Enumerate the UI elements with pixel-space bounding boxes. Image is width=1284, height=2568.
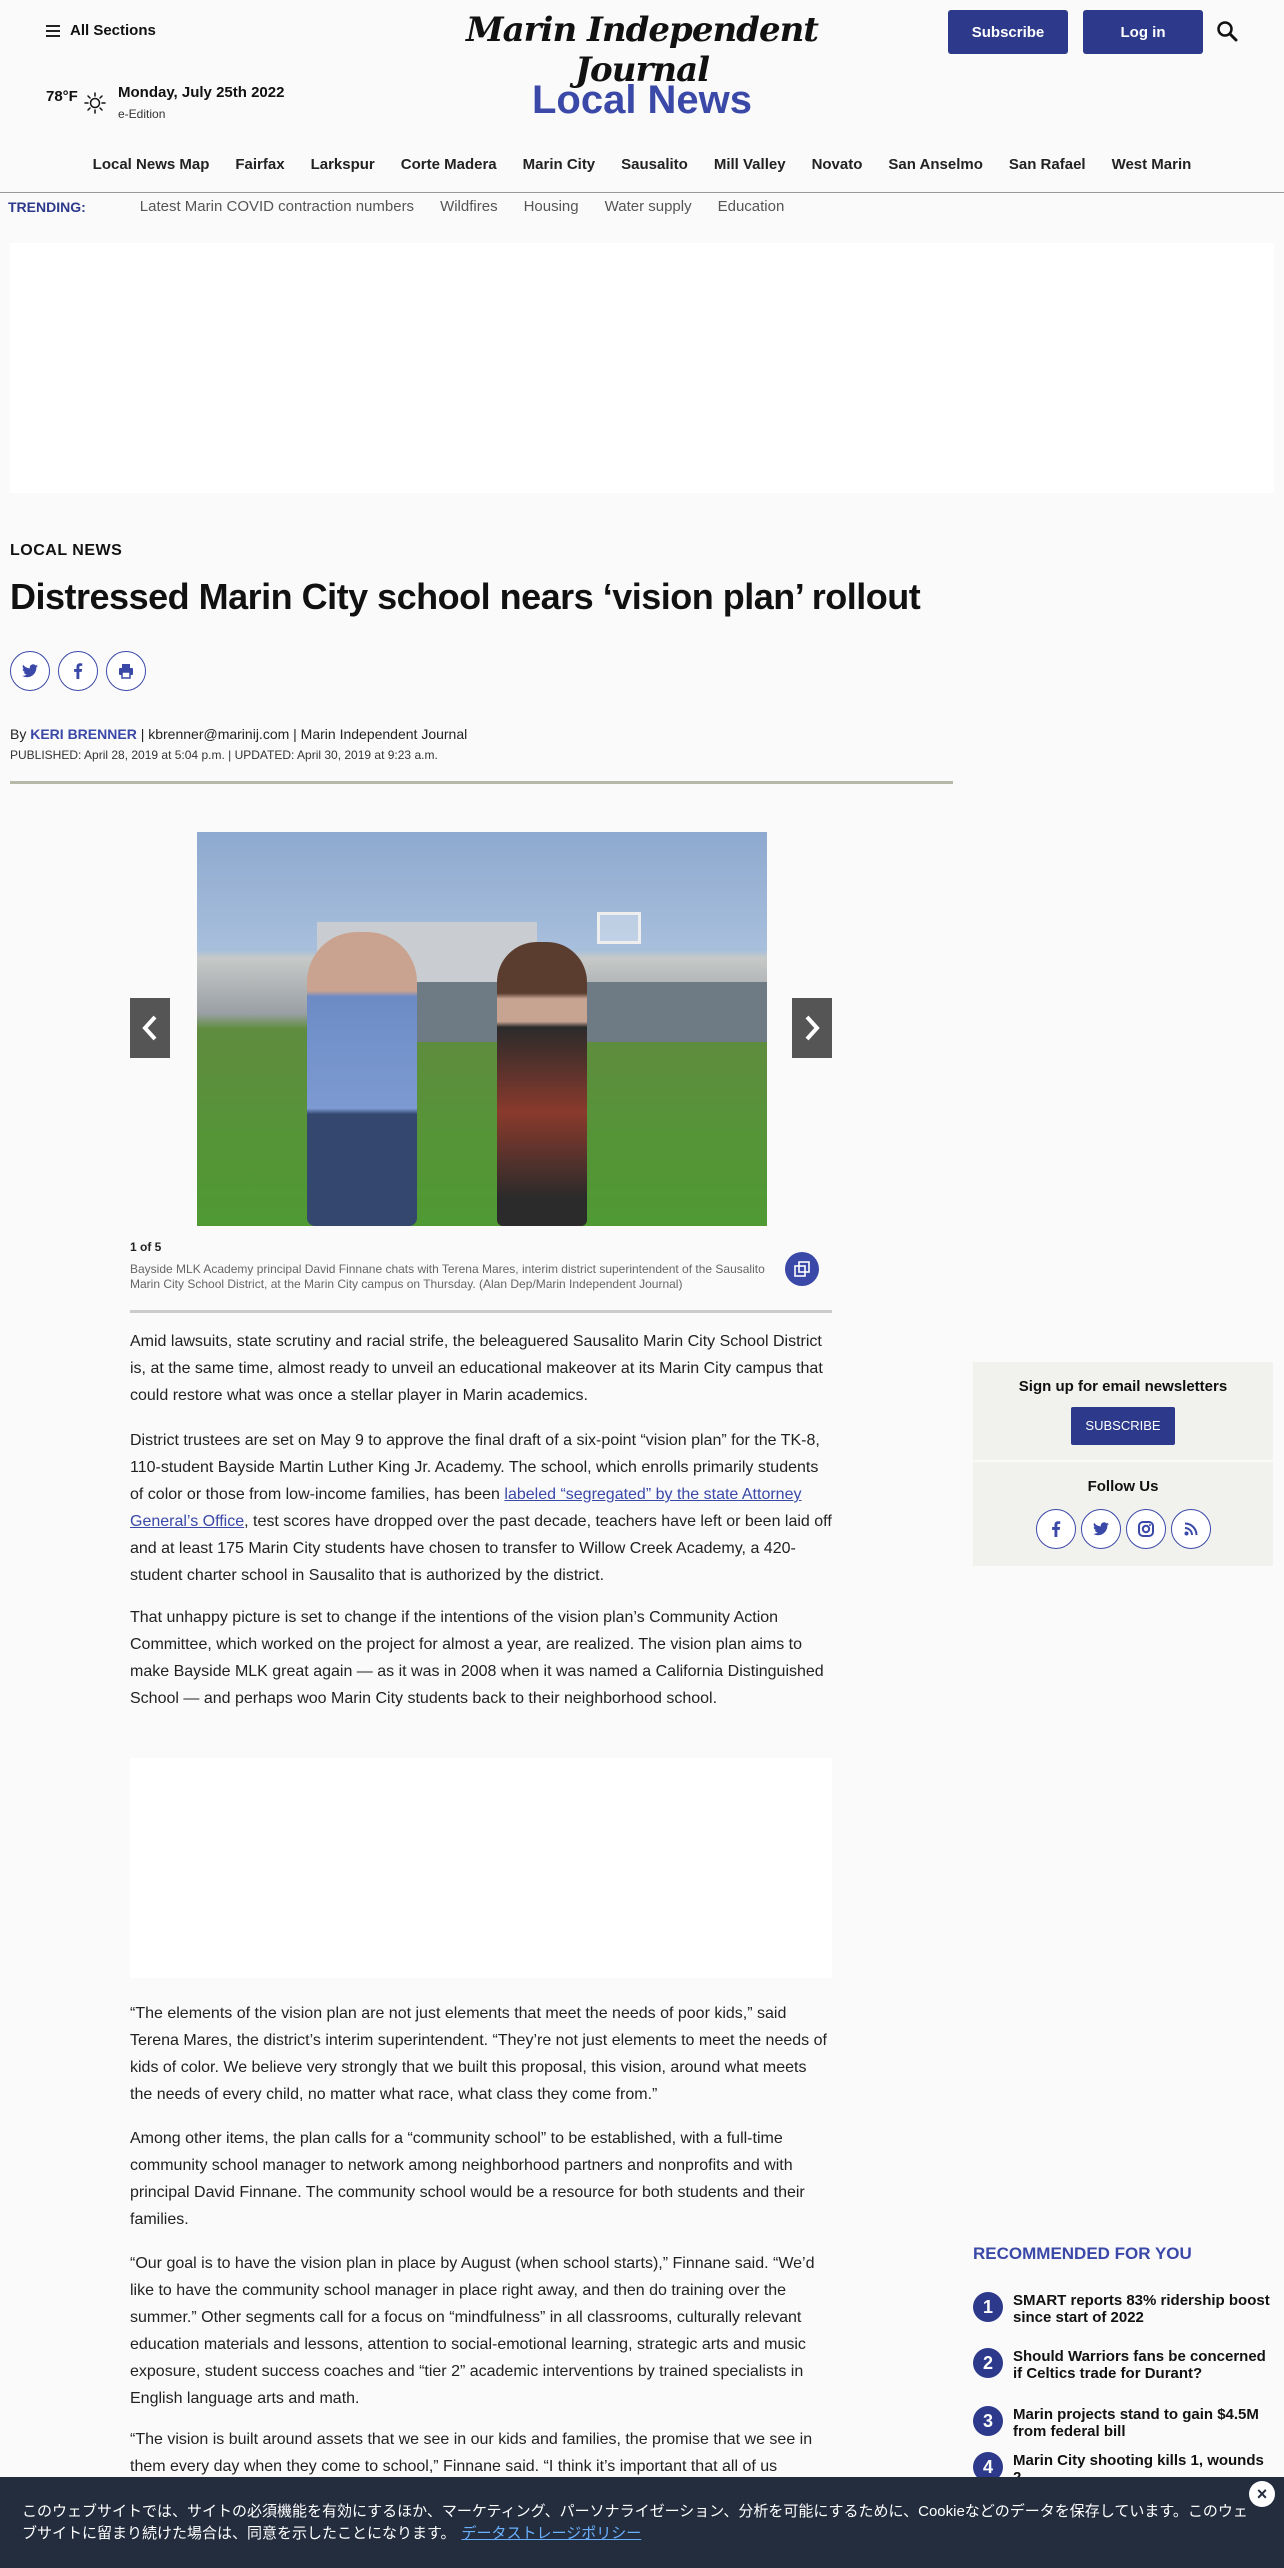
close-icon[interactable]: × — [1249, 2481, 1275, 2507]
site-logo[interactable]: Marin Independent Journal — [452, 10, 832, 90]
nav-item-local-news-map[interactable]: Local News Map — [93, 156, 210, 173]
recommended-item[interactable]: 2 Should Warriors fans be concerned if C… — [973, 2348, 1273, 2382]
recommended-headline: Should Warriors fans be concerned if Cel… — [1013, 2348, 1266, 2382]
all-sections-label: All Sections — [70, 22, 156, 39]
recommended-rank: 1 — [973, 2292, 1003, 2322]
recommended-rank: 3 — [973, 2406, 1003, 2436]
article-paragraph: “The vision is built around assets that … — [130, 2431, 813, 2475]
recommended-item[interactable]: 3 Marin projects stand to gain $4.5M fro… — [973, 2406, 1273, 2440]
print-icon — [119, 664, 133, 679]
photo-person-superintendent — [497, 942, 587, 1226]
byline: By KERI BRENNER | kbrenner@marinij.com |… — [10, 726, 467, 742]
login-button[interactable]: Log in — [1083, 10, 1203, 54]
newsletter-subscribe-button[interactable]: SUBSCRIBE — [1071, 1407, 1175, 1445]
print-button[interactable] — [106, 651, 146, 691]
byline-prefix: By — [10, 726, 27, 742]
article-paragraph: “Our goal is to have the vision plan in … — [130, 2255, 815, 2407]
trending-item[interactable]: Water supply — [605, 198, 692, 215]
article-paragraph: District trustees are set on May 9 to ap… — [130, 1427, 832, 1589]
trending-bar: TRENDING: Latest Marin COVID contraction… — [8, 198, 784, 215]
follow-twitter-button[interactable] — [1080, 1509, 1121, 1549]
caption-divider — [130, 1310, 832, 1313]
newsletter-title: Sign up for email newsletters — [1018, 1378, 1228, 1395]
cookie-message: このウェブサイトでは、サイトの必須機能を有効にするほか、マーケティング、パーソナ… — [22, 2501, 1252, 2545]
follow-us: Follow Us — [973, 1462, 1273, 1566]
follow-rss-button[interactable] — [1170, 1509, 1211, 1549]
follow-title: Follow Us — [1087, 1478, 1159, 1495]
trending-item[interactable]: Housing — [524, 198, 579, 215]
gallery-prev-button[interactable] — [130, 998, 170, 1058]
recommended-headline: SMART reports 83% ridership boost since … — [1013, 2292, 1270, 2326]
newsletter-signup: Sign up for email newsletters SUBSCRIBE — [973, 1362, 1273, 1460]
photo-person-principal — [307, 932, 417, 1226]
recommended-rank: 2 — [973, 2348, 1003, 2378]
photo-basketball-hoop — [597, 912, 641, 944]
recommended-headline: Marin projects stand to gain $4.5M from … — [1013, 2406, 1259, 2440]
nav-item-sausalito[interactable]: Sausalito — [621, 156, 688, 173]
article-paragraph: “The elements of the vision plan are not… — [130, 2005, 827, 2103]
follow-facebook-button[interactable] — [1035, 1509, 1076, 1549]
follow-instagram-button[interactable] — [1125, 1509, 1166, 1549]
cookie-banner: このウェブサイトでは、サイトの必須機能を有効にするほか、マーケティング、パーソナ… — [0, 2477, 1284, 2568]
trending-label: TRENDING: — [8, 198, 86, 215]
nav-item-san-anselmo[interactable]: San Anselmo — [888, 156, 982, 173]
trending-item[interactable]: Latest Marin COVID contraction numbers — [140, 198, 414, 215]
article-paragraph: Amid lawsuits, state scrutiny and racial… — [130, 1333, 823, 1404]
chevron-left-icon — [142, 1015, 157, 1041]
chevron-right-icon — [805, 1015, 820, 1041]
twitter-icon — [22, 664, 38, 678]
article-paragraph: That unhappy picture is set to change if… — [130, 1609, 824, 1707]
nav-item-novato[interactable]: Novato — [812, 156, 863, 173]
nav-item-mill-valley[interactable]: Mill Valley — [714, 156, 786, 173]
facebook-icon — [74, 663, 83, 679]
all-sections-button[interactable]: All Sections — [46, 22, 156, 39]
nav-item-larkspur[interactable]: Larkspur — [311, 156, 375, 173]
rss-icon — [1184, 1522, 1197, 1536]
instagram-icon — [1137, 1521, 1154, 1537]
subscribe-button[interactable]: Subscribe — [948, 10, 1068, 54]
facebook-icon — [1051, 1521, 1060, 1537]
social-links — [973, 1509, 1273, 1549]
recommended-title: RECOMMENDED FOR YOU — [973, 2244, 1192, 2263]
gallery-expand-button[interactable] — [785, 1252, 819, 1286]
nav-item-corte-madera[interactable]: Corte Madera — [401, 156, 497, 173]
hamburger-menu-icon — [46, 24, 60, 37]
nav-item-san-rafael[interactable]: San Rafael — [1009, 156, 1086, 173]
trending-item[interactable]: Wildfires — [440, 198, 498, 215]
nav-item-fairfax[interactable]: Fairfax — [235, 156, 284, 173]
author-link[interactable]: KERI BRENNER — [30, 726, 137, 742]
data-storage-policy-link[interactable]: データストレージポリシー — [462, 2525, 642, 2542]
search-icon[interactable] — [1216, 20, 1238, 42]
nav-divider — [0, 192, 1284, 193]
ad-slot-top — [10, 243, 1274, 493]
section-title[interactable]: Local News — [0, 78, 1284, 123]
share-buttons — [10, 651, 146, 691]
site-header: All Sections Marin Independent Journal S… — [0, 0, 1284, 90]
share-twitter-button[interactable] — [10, 651, 50, 691]
article-kicker[interactable]: LOCAL NEWS — [10, 542, 122, 560]
photo-court — [417, 982, 767, 1042]
twitter-icon — [1092, 1522, 1109, 1536]
byline-details: | kbrenner@marinij.com | Marin Independe… — [140, 726, 468, 742]
article-divider — [10, 781, 953, 784]
article-headline: Distressed Marin City school nears ‘visi… — [10, 576, 921, 617]
nav-item-west-marin[interactable]: West Marin — [1112, 156, 1192, 173]
share-facebook-button[interactable] — [58, 651, 98, 691]
section-nav: Local News Map Fairfax Larkspur Corte Ma… — [0, 156, 1284, 173]
gallery-next-button[interactable] — [792, 998, 832, 1058]
expand-icon — [794, 1261, 810, 1277]
publish-dates: PUBLISHED: April 28, 2019 at 5:04 p.m. |… — [10, 748, 438, 762]
trending-item[interactable]: Education — [718, 198, 785, 215]
article-paragraph: Among other items, the plan calls for a … — [130, 2130, 805, 2228]
photo-caption: Bayside MLK Academy principal David Finn… — [130, 1262, 765, 1291]
nav-item-marin-city[interactable]: Marin City — [523, 156, 596, 173]
recommended-item[interactable]: 1 SMART reports 83% ridership boost sinc… — [973, 2292, 1273, 2326]
gallery-counter: 1 of 5 — [130, 1240, 162, 1254]
ad-slot-inline — [130, 1758, 832, 1978]
gallery-photo[interactable] — [197, 832, 767, 1226]
